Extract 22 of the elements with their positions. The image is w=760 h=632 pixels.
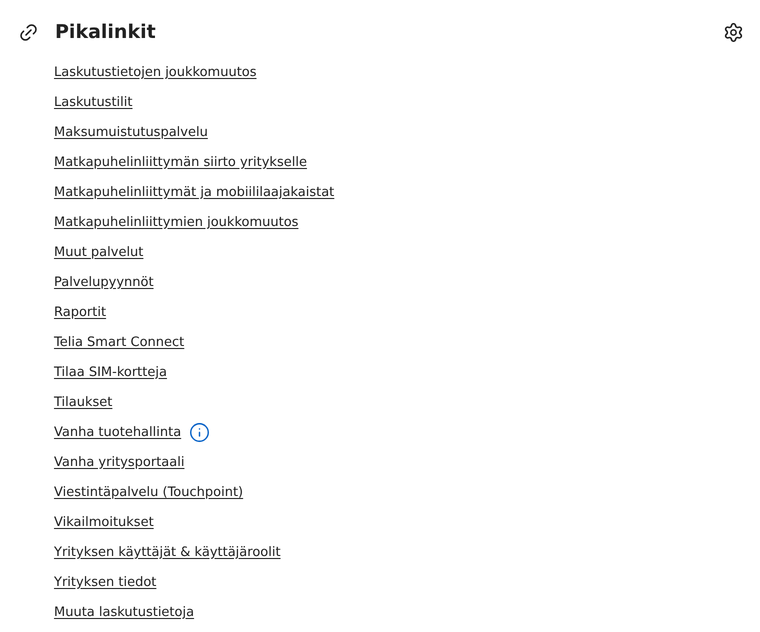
quick-link[interactable]: Vanha tuotehallinta — [54, 422, 182, 442]
quick-link[interactable]: Palvelupyynnöt — [54, 272, 154, 292]
section-title: Pikalinkit — [55, 20, 156, 45]
quick-link[interactable]: Laskutustietojen joukkomuutos — [54, 62, 257, 82]
quick-link[interactable]: Muuta laskutustietoja — [54, 602, 194, 622]
quick-link[interactable]: Laskutustilit — [54, 92, 132, 112]
info-icon[interactable] — [189, 422, 210, 443]
quick-link[interactable]: Raportit — [54, 302, 106, 322]
quick-link[interactable]: Tilaukset — [54, 392, 112, 412]
quick-link[interactable]: Vikailmoitukset — [54, 512, 154, 532]
quick-link[interactable]: Viestintäpalvelu (Touchpoint) — [54, 482, 244, 502]
quick-link[interactable]: Matkapuhelinliittymän siirto yritykselle — [54, 152, 307, 172]
quick-link[interactable]: Yrityksen tiedot — [54, 572, 156, 592]
quick-link[interactable]: Matkapuhelinliittymät ja mobiililaajakaistat — [54, 182, 334, 202]
quick-link[interactable]: Matkapuhelinliittymien joukkomuutos — [54, 212, 298, 232]
settings-button[interactable] — [723, 22, 744, 43]
quick-link[interactable]: Muut palvelut — [54, 242, 144, 262]
quick-link[interactable]: Yrityksen käyttäjät & käyttäjäroolit — [54, 542, 281, 562]
quick-link[interactable]: Vanha yritysportaali — [54, 452, 184, 472]
quick-link[interactable]: Tilaa SIM-kortteja — [54, 362, 167, 382]
quick-link[interactable]: Maksumuistutuspalvelu — [54, 122, 208, 142]
quick-link[interactable]: Telia Smart Connect — [54, 332, 184, 352]
